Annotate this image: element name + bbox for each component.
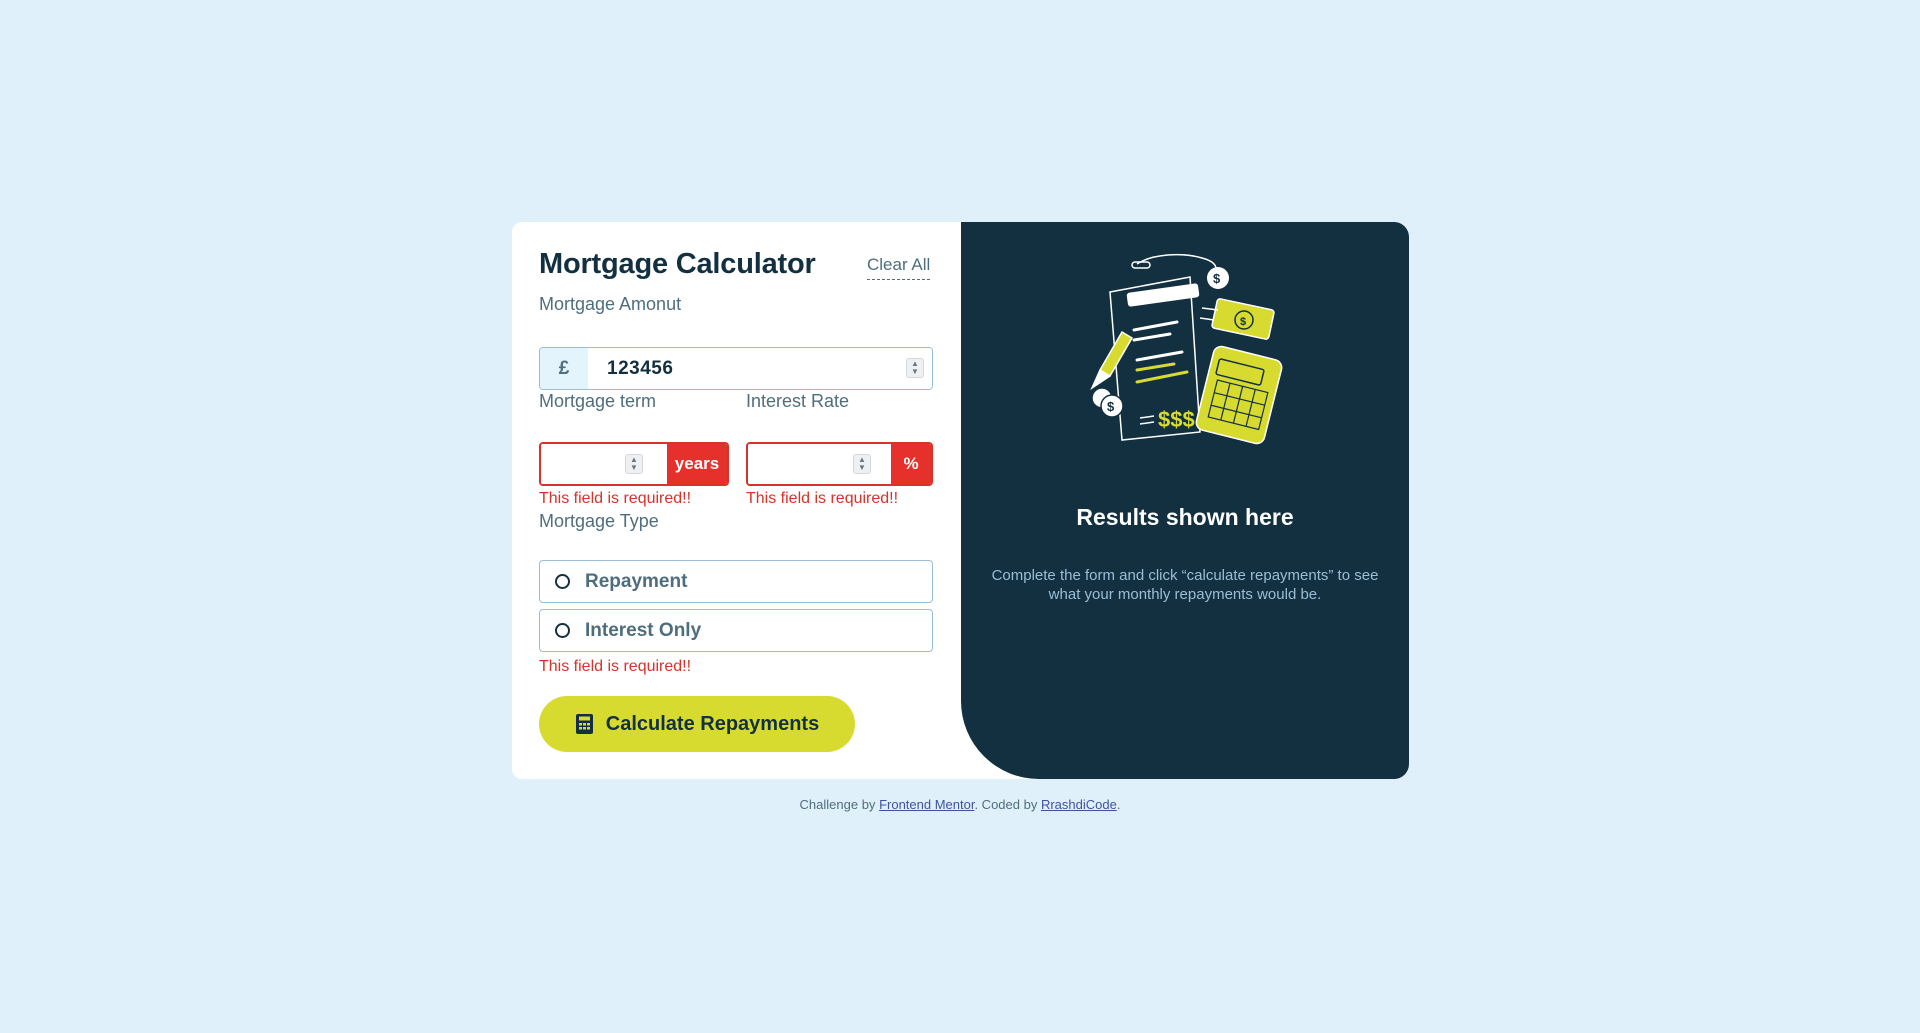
mortgage-term-input[interactable]: [541, 444, 667, 484]
frontend-mentor-link[interactable]: Frontend Mentor: [879, 797, 974, 812]
svg-text:$: $: [1107, 399, 1115, 414]
empty-results-illustration: $$$ $ $ $: [1082, 252, 1289, 449]
term-stepper[interactable]: ▲ ▼: [625, 454, 643, 474]
calculator-icon: [575, 713, 594, 735]
mortgage-type-error: This field is required!!: [539, 658, 692, 675]
rate-suffix: %: [891, 444, 931, 484]
results-panel: $$$ $ $ $ Results shown here Complete th…: [961, 222, 1409, 779]
rate-stepper[interactable]: ▲ ▼: [853, 454, 871, 474]
radio-label: Repayment: [585, 570, 688, 592]
svg-text:$: $: [1240, 316, 1246, 328]
mortgage-card: Mortgage Calculator Clear All Mortgage A…: [512, 222, 1409, 779]
page-title: Mortgage Calculator: [539, 248, 816, 280]
svg-text:$: $: [1213, 271, 1221, 286]
chevron-down-icon: ▼: [858, 463, 866, 472]
clear-all-button[interactable]: Clear All: [867, 255, 931, 280]
chevron-down-icon: ▼: [630, 463, 638, 472]
calculator-form: Mortgage Calculator Clear All Mortgage A…: [512, 222, 961, 779]
results-description: Complete the form and click “calculate r…: [991, 567, 1379, 603]
mortgage-term-field: ▲ ▼ years: [539, 442, 729, 486]
radio-circle-icon[interactable]: [555, 574, 570, 589]
calculate-repayments-button[interactable]: Calculate Repayments: [539, 696, 855, 752]
results-title: Results shown here: [1076, 504, 1294, 530]
mortgage-amount-label: Mortgage Amonut: [539, 294, 682, 314]
radio-option-interest-only[interactable]: Interest Only: [539, 609, 933, 652]
chevron-down-icon: ▼: [911, 367, 919, 376]
interest-rate-label: Interest Rate: [746, 391, 850, 411]
rate-error: This field is required!!: [746, 490, 899, 507]
mortgage-amount-input[interactable]: [588, 348, 932, 389]
radio-label: Interest Only: [585, 619, 702, 641]
mortgage-term-label: Mortgage term: [539, 391, 657, 411]
interest-rate-field: ▲ ▼ %: [746, 442, 933, 486]
radio-circle-icon[interactable]: [555, 623, 570, 638]
term-suffix: years: [667, 444, 727, 484]
attribution-middle: . Coded by: [974, 797, 1038, 812]
attribution: Challenge by Frontend Mentor. Coded by R…: [0, 797, 1920, 812]
svg-text:$$$: $$$: [1158, 407, 1195, 432]
attribution-prefix: Challenge by: [799, 797, 876, 812]
mortgage-amount-field: £ ▲ ▼: [539, 347, 933, 390]
attribution-suffix: .: [1116, 797, 1121, 812]
mortgage-type-label: Mortgage Type: [539, 511, 659, 531]
term-error: This field is required!!: [539, 490, 692, 507]
currency-prefix: £: [540, 348, 588, 389]
calculate-button-label: Calculate Repayments: [605, 712, 820, 735]
radio-option-repayment[interactable]: Repayment: [539, 560, 933, 603]
amount-stepper[interactable]: ▲ ▼: [906, 358, 924, 378]
author-link[interactable]: RrashdiCode: [1041, 797, 1117, 812]
